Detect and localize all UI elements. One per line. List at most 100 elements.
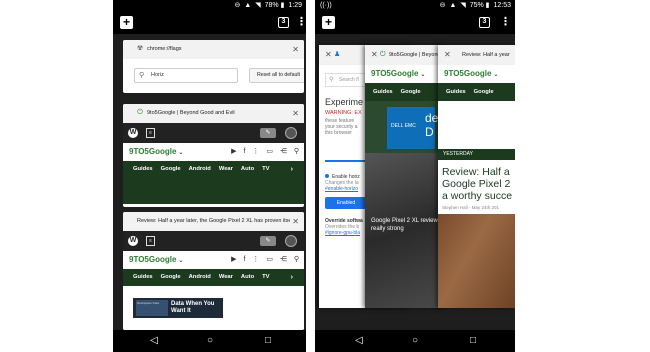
back-icon[interactable]: ◁ — [351, 330, 367, 352]
nav-google: Google — [400, 89, 421, 95]
youtube-icon: ▶ — [231, 256, 237, 263]
battery-icon: ▮ — [280, 2, 285, 9]
back-icon[interactable]: ◁ — [146, 330, 162, 352]
nav-google: Google — [160, 166, 181, 172]
close-tab-icon[interactable]: ✕ — [292, 40, 299, 59]
article-caption: Google Pixel 2 XL review, a really stron… — [371, 218, 445, 232]
battery-icon: ▮ — [485, 2, 490, 9]
article-byline: Stephen Hall - May 24th 201 — [442, 205, 500, 210]
avatar — [285, 235, 297, 247]
wordpress-icon: W — [128, 236, 138, 246]
close-tab-icon[interactable]: ✕ — [371, 45, 378, 65]
tab-card-header: ⏻ 9to5Google | Beyond Good and Evil ✕ — [123, 104, 304, 123]
tab-switcher-toolbar: + 3 ⋮ — [315, 12, 515, 34]
power-favicon-icon: ⏻ — [137, 109, 143, 116]
nav-wear: Wear — [218, 166, 233, 172]
tab-card-flags[interactable]: ☢ chrome://flags ✕ ⚲ Horiz Reset all to … — [123, 40, 304, 93]
tab-card-header: ☢ chrome://flags ✕ — [123, 40, 304, 59]
tab-card-9to5google[interactable]: ✕ ⏻ 9to5Google | Beyond 9TO5Google ⌄ Guid… — [365, 45, 445, 308]
recents-icon[interactable]: □ — [260, 330, 276, 352]
tab-card-header: ✕ Review: Half a year — [438, 45, 515, 65]
category-nav: Guides Google Android Wear Auto TV › — [123, 269, 304, 286]
headline-line: a worthy succe — [442, 190, 513, 202]
document-icon: ≡ — [146, 128, 155, 138]
ad-banner[interactable]: Rackspace Data Data When You Want It — [133, 298, 223, 318]
avatar — [285, 127, 297, 139]
status-time: 1:29 — [288, 2, 302, 9]
nav-tv: TV — [262, 166, 270, 172]
tab-card-review[interactable]: Review: Half a year later, the Google Pi… — [123, 212, 304, 330]
search-placeholder: Search fl — [339, 77, 359, 83]
flags-search-input[interactable]: ⚲ Horiz — [134, 68, 238, 83]
tab-title: 9to5Google | Beyond — [389, 52, 441, 58]
nav-google: Google — [473, 89, 494, 95]
nav-google: Google — [160, 274, 181, 280]
nav-wear: Wear — [218, 274, 233, 280]
flags-page: ⚲ Horiz Reset all to default — [123, 59, 304, 89]
nav-android: Android — [188, 274, 211, 280]
ad-thumbnail: Rackspace Data — [136, 300, 168, 316]
page-content: DELL EMC de D Google Pixel 2 XL review, … — [365, 101, 445, 308]
nav-guides: Guides — [446, 89, 466, 95]
wifi-icon: ◥ — [255, 2, 261, 9]
tab-card-header: ✕ ⏻ 9to5Google | Beyond — [365, 45, 445, 65]
site-header: 9TO5Google ⌄ ▶ f ⋮ ▭ ⋲ ⚲ — [123, 143, 304, 161]
flags-favicon-icon: ☢ — [136, 45, 144, 52]
tab-card-review[interactable]: ✕ Review: Half a year 9TO5Google ⌄ Guides… — [438, 45, 515, 308]
ad-area: Rackspace Data Data When You Want It — [123, 286, 304, 330]
flag-enable-select[interactable]: Enabled — [325, 197, 367, 209]
share-icon: ⋲ — [279, 256, 287, 263]
flag-indicator-icon — [325, 174, 329, 178]
tab-switcher-toolbar: + 3 ⋮ — [113, 12, 306, 34]
tab-count-button[interactable]: 3 — [278, 17, 289, 28]
article-photo — [438, 214, 515, 308]
close-tab-icon[interactable]: ✕ — [292, 104, 299, 123]
dell-ad: DELL EMC de D — [387, 107, 439, 149]
nav-guides: Guides — [133, 166, 153, 172]
wordpress-icon: W — [128, 128, 138, 138]
comment-icon: ▭ — [266, 256, 273, 263]
dnd-icon: ⊖ — [234, 2, 241, 9]
status-time: 12:53 — [493, 2, 511, 9]
new-tab-button[interactable]: + — [120, 16, 133, 29]
home-icon[interactable]: ○ — [202, 330, 218, 352]
search-icon: ⚲ — [329, 77, 334, 83]
share-icon: ⋲ — [279, 148, 287, 155]
android-nav-bar: ◁ ○ □ — [113, 330, 306, 352]
wifi-icon: ◥ — [460, 2, 466, 9]
chevron-down-icon: ⌄ — [420, 72, 426, 78]
power-favicon-icon: ⏻ — [380, 51, 386, 58]
close-tab-icon[interactable]: ✕ — [444, 45, 451, 65]
cell-signal-icon: ▲ — [244, 2, 252, 9]
document-icon: ≡ — [146, 236, 155, 246]
category-nav: Guides Google — [438, 83, 515, 101]
phone-left: ⊖ ▲ ◥ 78% ▮ 1:29 + 3 ⋮ ☢ chrome://flags … — [113, 0, 306, 352]
android-nav-bar: ◁ ○ □ — [315, 330, 515, 352]
tab-card-header: Review: Half a year later, the Google Pi… — [123, 212, 304, 231]
dnd-icon: ⊖ — [439, 2, 446, 9]
site-logo: 9TO5Google ⌄ — [129, 147, 184, 156]
facebook-icon: f — [243, 256, 246, 263]
reset-all-button[interactable]: Reset all to default — [249, 68, 304, 83]
tab-title: 9to5Google | Beyond Good and Evil — [147, 110, 235, 116]
headline-line: Google Pixel 2 — [442, 178, 511, 190]
dell-ad-big-text: de D — [425, 111, 439, 139]
close-tab-icon[interactable]: ✕ — [325, 45, 332, 65]
recents-icon[interactable]: □ — [465, 330, 481, 352]
tab-count-button[interactable]: 3 — [479, 17, 490, 28]
category-nav: Guides Google — [365, 83, 445, 101]
page-content — [123, 178, 304, 204]
overflow-menu-icon[interactable]: ⋮ — [296, 15, 306, 30]
close-tab-icon[interactable]: ✕ — [290, 212, 299, 231]
search-icon: ⚲ — [293, 148, 299, 155]
tab-card-9to5google[interactable]: ⏻ 9to5Google | Beyond Good and Evil ✕ W … — [123, 104, 304, 207]
new-tab-button[interactable]: + — [322, 16, 335, 29]
facebook-icon: f — [243, 148, 246, 155]
edit-pen-icon: ✎ — [260, 236, 276, 246]
overflow-menu-icon[interactable]: ⋮ — [500, 15, 511, 30]
home-icon[interactable]: ○ — [407, 330, 423, 352]
status-bar: ⊖ ▲ ◥ 78% ▮ 1:29 — [113, 0, 306, 12]
person-favicon-icon: ♟ — [334, 51, 341, 58]
more-vert-icon: ⋮ — [252, 256, 260, 263]
search-icon: ⚲ — [293, 256, 299, 263]
